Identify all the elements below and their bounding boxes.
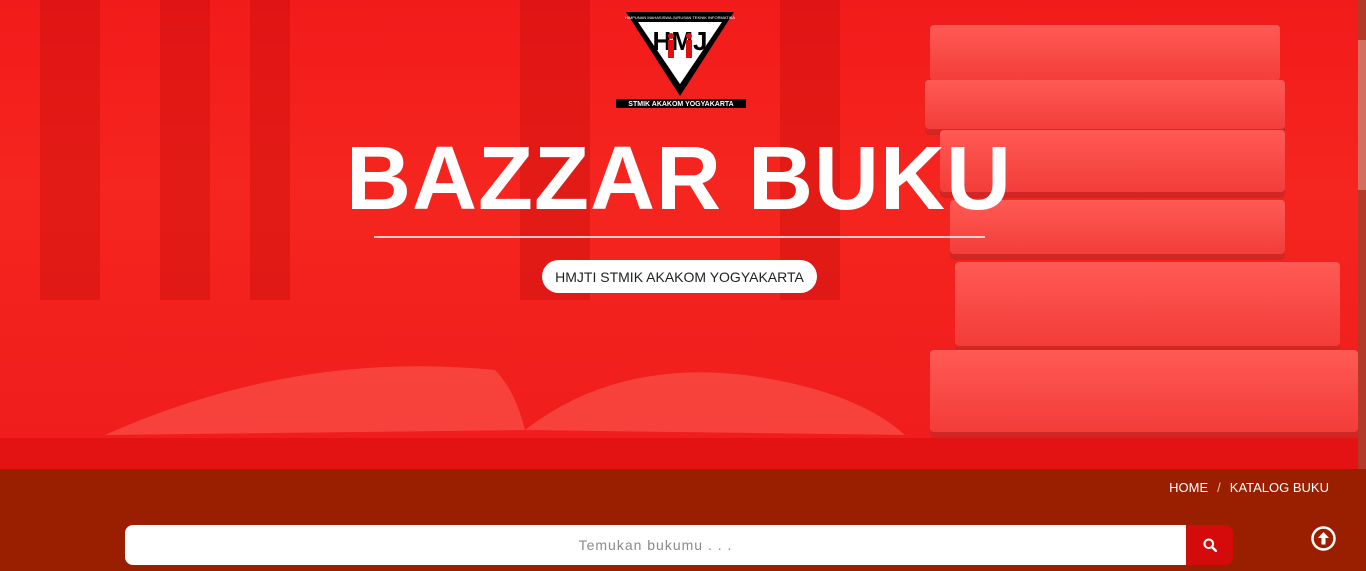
search-button[interactable] (1186, 525, 1233, 565)
scrollbar-thumb[interactable] (1358, 40, 1366, 190)
breadcrumb-katalog-buku[interactable]: KATALOG BUKU (1230, 480, 1329, 495)
search-input[interactable] (125, 525, 1186, 565)
logo-bottom-text: STMIK AKAKOM YOGYAKARTA (628, 101, 733, 108)
open-book-illustration (105, 366, 905, 435)
stacked-book (955, 262, 1340, 352)
breadcrumb: HOME / KATALOG BUKU (1169, 480, 1329, 495)
title-divider (374, 236, 985, 238)
breadcrumb-home[interactable]: HOME (1169, 480, 1208, 495)
search-bar (125, 525, 1233, 565)
search-icon (1203, 538, 1217, 552)
hmj-logo: HIMPUNAN MAHASISWA JURUSAN TEKNIK INFORM… (616, 12, 746, 108)
breadcrumb-separator: / (1217, 480, 1221, 495)
stacked-book (930, 350, 1358, 438)
logo-initials: HMJ (653, 26, 708, 56)
scroll-to-top-button[interactable] (1311, 526, 1336, 551)
page-title: BAZZAR BUKU (346, 129, 1012, 229)
logo-top-text: HIMPUNAN MAHASISWA JURUSAN TEKNIK INFORM… (625, 15, 735, 20)
organization-badge: HMJTI STMIK AKAKOM YOGYAKARTA (542, 260, 817, 293)
arrow-up-circle-icon (1318, 532, 1329, 545)
stacked-book (930, 25, 1280, 87)
table-surface (0, 438, 1358, 469)
hero-banner: HIMPUNAN MAHASISWA JURUSAN TEKNIK INFORM… (0, 0, 1358, 469)
